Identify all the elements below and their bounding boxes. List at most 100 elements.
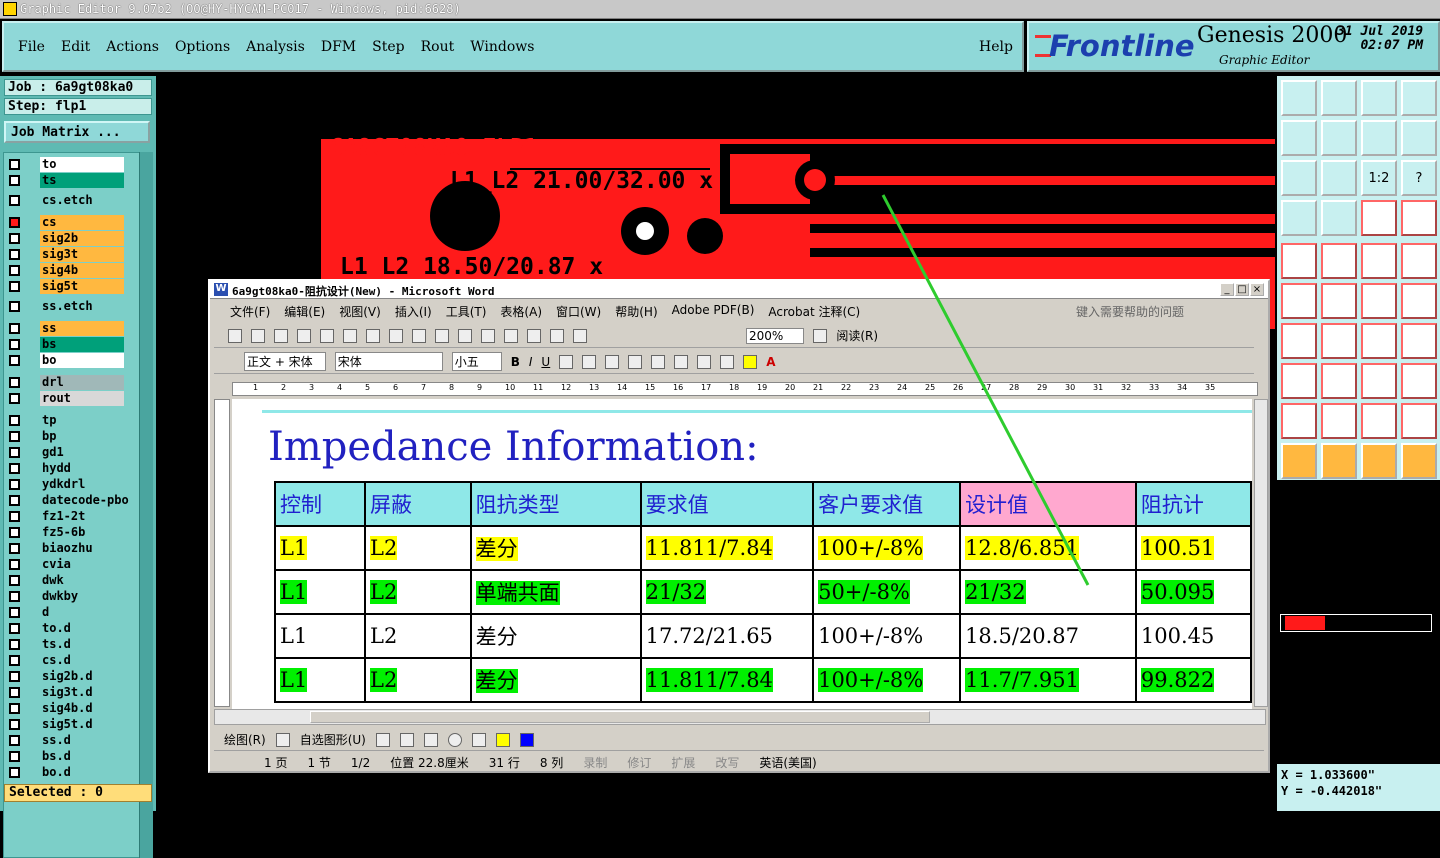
arc-icon[interactable]	[1361, 323, 1397, 359]
layer-checkbox[interactable]	[9, 751, 20, 762]
layer-checkbox[interactable]	[9, 655, 20, 666]
table-cell[interactable]: 差分	[469, 525, 642, 571]
layer-row[interactable]: fz1-2t	[4, 509, 132, 524]
lock-icon[interactable]	[1361, 80, 1397, 116]
dimension-icon[interactable]	[1361, 363, 1397, 399]
layer-checkbox[interactable]	[9, 511, 20, 522]
table-cell[interactable]: 差分	[469, 613, 642, 659]
save-icon[interactable]	[274, 328, 288, 343]
layer-row[interactable]: sig5t.d	[4, 717, 132, 732]
read-button[interactable]: 阅读(R)	[836, 327, 878, 344]
step-icon[interactable]	[1321, 80, 1357, 116]
menu-file[interactable]: File	[18, 39, 45, 55]
table-cell[interactable]: 18.5/20.87	[959, 613, 1137, 659]
layer-name[interactable]: drl	[40, 375, 124, 390]
layer-row[interactable]: gd1	[4, 445, 132, 460]
layer-name[interactable]: gd1	[40, 445, 124, 460]
hscroll-thumb[interactable]	[310, 711, 930, 723]
layer-red-icon[interactable]	[1361, 200, 1397, 236]
layer-row[interactable]: sig5t	[4, 279, 132, 294]
table-cell[interactable]: 差分	[469, 657, 642, 703]
status-ovr[interactable]: 改写	[715, 754, 739, 772]
layer-row[interactable]: rout	[4, 391, 132, 406]
layer-checkbox[interactable]	[9, 735, 20, 746]
layer-checkbox[interactable]	[9, 591, 20, 602]
cross-icon[interactable]	[1321, 283, 1357, 319]
layer-checkbox[interactable]	[9, 415, 20, 426]
menu-options[interactable]: Options	[175, 39, 230, 55]
layer-row[interactable]: ts	[4, 173, 132, 188]
measure-icon[interactable]	[1281, 200, 1317, 236]
table-cell[interactable]: 50.095	[1134, 569, 1252, 615]
layer-name[interactable]: sig5t.d	[40, 717, 124, 732]
layer-checkbox[interactable]	[9, 639, 20, 650]
layer-row[interactable]: ss.etch	[4, 299, 132, 314]
layer-checkbox[interactable]	[9, 233, 20, 244]
spelling-icon[interactable]	[366, 328, 380, 343]
layer-checkbox[interactable]	[9, 301, 20, 312]
layer-checkbox[interactable]	[9, 463, 20, 474]
select-icon[interactable]	[1321, 443, 1357, 479]
layer-name[interactable]: dwk	[40, 573, 124, 588]
line-color-icon[interactable]	[519, 732, 534, 747]
layer-checkbox[interactable]	[9, 687, 20, 698]
layer-row[interactable]: fz5-6b	[4, 525, 132, 540]
align-center-icon[interactable]	[628, 354, 643, 369]
menu-analysis[interactable]: Analysis	[246, 39, 305, 55]
layer-name[interactable]: sig2b.d	[40, 669, 124, 684]
open-icon[interactable]	[251, 328, 265, 343]
layer-name[interactable]: to.d	[40, 621, 124, 636]
new-icon[interactable]	[228, 328, 242, 343]
angle-icon[interactable]	[1281, 323, 1317, 359]
table-cell[interactable]: L2	[364, 657, 472, 703]
text-icon[interactable]	[1401, 323, 1437, 359]
word-menu-acrobat[interactable]: Acrobat 注释(C)	[768, 303, 860, 321]
bold-icon[interactable]: B	[511, 355, 520, 369]
layer-row[interactable]: bs	[4, 337, 132, 352]
layer-checkbox[interactable]	[9, 607, 20, 618]
layer-row[interactable]: sig3t.d	[4, 685, 132, 700]
minimize-button[interactable]: _	[1220, 283, 1234, 296]
layer-row[interactable]: cs	[4, 215, 132, 230]
layer-name[interactable]: bs	[40, 337, 124, 352]
menu-dfm[interactable]: DFM	[321, 39, 356, 55]
grid-icon[interactable]	[1321, 200, 1357, 236]
status-ext[interactable]: 扩展	[671, 754, 695, 772]
minus-icon[interactable]	[1321, 363, 1357, 399]
layer-name[interactable]: fz5-6b	[40, 525, 124, 540]
table-cell[interactable]: L1	[273, 525, 367, 571]
layer-row[interactable]: datecode-pbo	[4, 493, 132, 508]
word-menu-insert[interactable]: 插入(I)	[395, 303, 432, 321]
table-cell[interactable]: L1	[273, 569, 367, 615]
layer-checkbox[interactable]	[9, 719, 20, 730]
layer-row[interactable]: dwk	[4, 573, 132, 588]
job-matrix-button[interactable]: Job Matrix ...	[4, 121, 150, 143]
menu-edit[interactable]: Edit	[61, 39, 90, 55]
layer-checkbox[interactable]	[9, 575, 20, 586]
layer-checkbox[interactable]	[9, 355, 20, 366]
layer-checkbox[interactable]	[9, 495, 20, 506]
word-menu-tools[interactable]: 工具(T)	[446, 303, 487, 321]
layer-row[interactable]: bo.d	[4, 765, 132, 780]
triangle-4-icon[interactable]	[1401, 403, 1437, 439]
style-select[interactable]: 正文 + 宋体	[244, 352, 326, 371]
layer-row[interactable]: tp	[4, 413, 132, 428]
table-cell[interactable]: L2	[364, 525, 472, 571]
layer-name[interactable]: sig3t.d	[40, 685, 124, 700]
table-cell[interactable]: L1	[273, 657, 367, 703]
show-formatting-icon[interactable]	[573, 328, 587, 343]
union-icon[interactable]	[1401, 363, 1437, 399]
maximize-button[interactable]: □	[1235, 283, 1249, 296]
layer-red-2-icon[interactable]	[1401, 200, 1437, 236]
zoom-in-icon[interactable]	[1281, 120, 1317, 156]
layer-row[interactable]: drl	[4, 375, 132, 390]
layer-name[interactable]: biaozhu	[40, 541, 124, 556]
layer-row[interactable]: d	[4, 605, 132, 620]
word-menu-window[interactable]: 窗口(W)	[556, 303, 601, 321]
word-menu-view[interactable]: 视图(V)	[339, 303, 381, 321]
layer-name[interactable]: dwkby	[40, 589, 124, 604]
layer-name[interactable]: bo	[40, 353, 124, 368]
layer-checkbox[interactable]	[9, 671, 20, 682]
status-rec[interactable]: 录制	[583, 754, 607, 772]
layer-checkbox[interactable]	[9, 703, 20, 714]
